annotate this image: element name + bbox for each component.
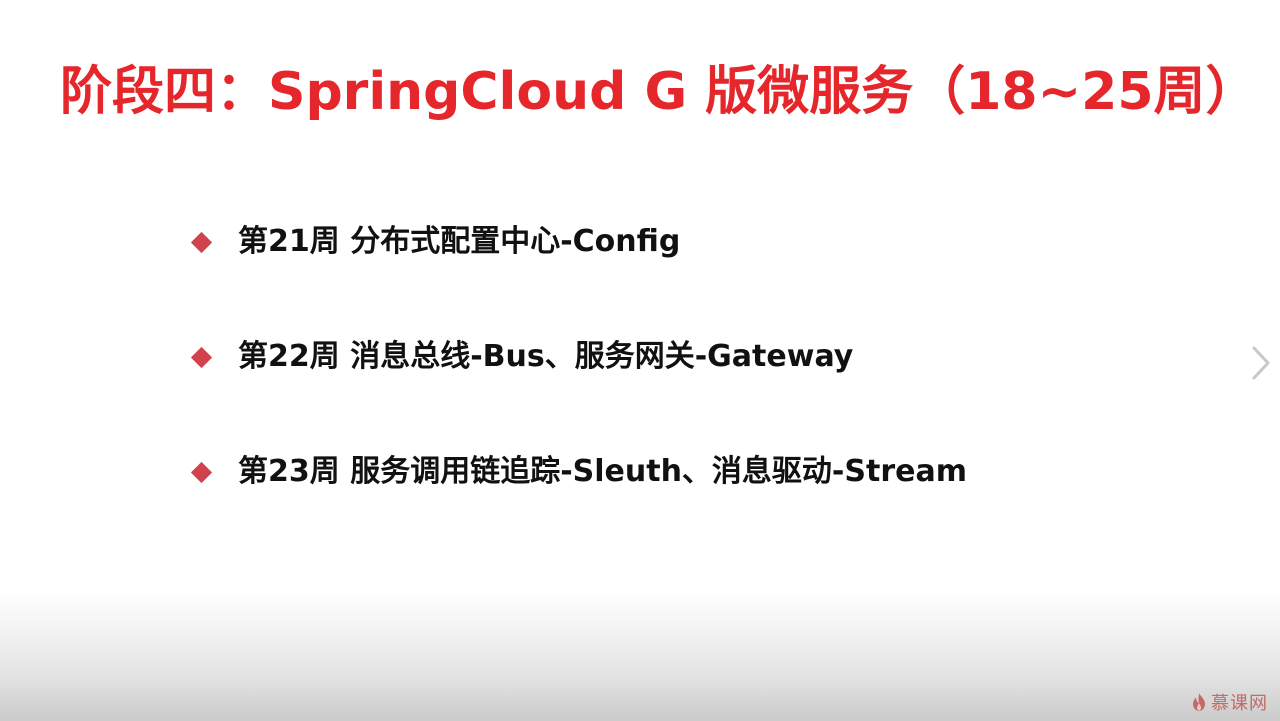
watermark-text: 慕课网	[1211, 693, 1268, 714]
bottom-shade	[0, 591, 1280, 721]
next-slide-button[interactable]	[1248, 345, 1272, 381]
bullet-text: 第21周 分布式配置中心-Config	[238, 224, 681, 259]
watermark: 慕课网	[1191, 689, 1268, 715]
diamond-bullet-icon	[190, 461, 213, 483]
slide-title: 阶段四：SpringCloud G 版微服务（18~25周）	[60, 62, 1258, 122]
diamond-bullet-icon	[190, 346, 213, 368]
chevron-right-icon	[1252, 346, 1270, 380]
flame-logo-icon	[1193, 693, 1205, 711]
diamond-bullet-icon	[190, 231, 213, 253]
bullet-text: 第23周 服务调用链追踪-Sleuth、消息驱动-Stream	[238, 454, 967, 489]
bullet-item: 第22周 消息总线-Bus、服务网关-Gateway	[190, 335, 853, 379]
bullet-item: 第23周 服务调用链追踪-Sleuth、消息驱动-Stream	[190, 450, 967, 494]
slide-viewer: 阶段四：SpringCloud G 版微服务（18~25周） 第21周 分布式配…	[0, 0, 1280, 721]
bullet-text: 第22周 消息总线-Bus、服务网关-Gateway	[238, 339, 854, 374]
bullet-item: 第21周 分布式配置中心-Config	[190, 220, 680, 264]
